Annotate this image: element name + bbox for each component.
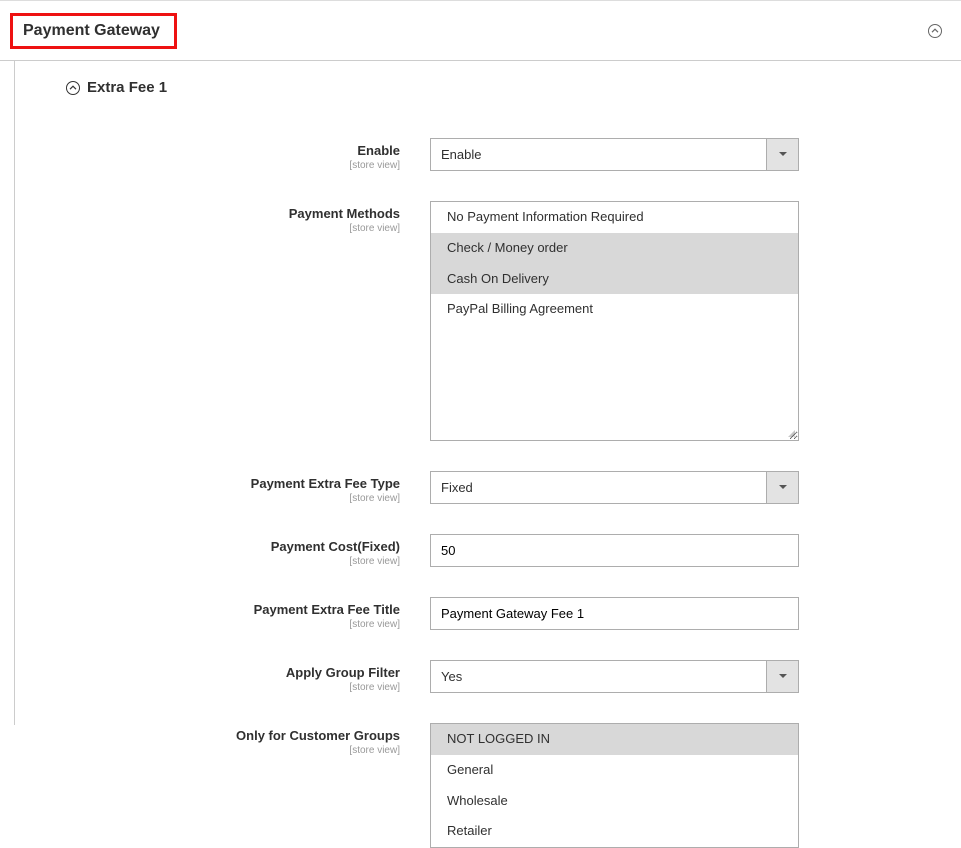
- field-label: Payment Extra Fee Type: [65, 476, 400, 492]
- field-scope: [store view]: [65, 619, 400, 630]
- field-apply-group: Apply Group Filter [store view] Yes: [65, 660, 961, 693]
- multiselect-option[interactable]: Cash On Delivery: [431, 264, 798, 295]
- fee-type-select[interactable]: Fixed: [430, 471, 799, 504]
- field-label: Enable: [65, 143, 400, 159]
- select-value: Yes: [430, 660, 799, 693]
- section-title: Payment Gateway: [23, 22, 160, 39]
- field-payment-methods: Payment Methods [store view] No Payment …: [65, 201, 961, 441]
- field-scope: [store view]: [65, 745, 400, 756]
- multiselect-option[interactable]: Retailer: [431, 816, 798, 847]
- field-scope: [store view]: [65, 556, 400, 567]
- chevron-up-icon[interactable]: [927, 23, 943, 39]
- chevron-up-icon: [65, 80, 81, 96]
- subsection-header[interactable]: Extra Fee 1: [65, 79, 961, 108]
- multiselect-option[interactable]: No Payment Information Required: [431, 202, 798, 233]
- customer-groups-multiselect[interactable]: NOT LOGGED INGeneralWholesaleRetailer: [430, 723, 799, 848]
- field-label: Payment Methods: [65, 206, 400, 222]
- cost-fixed-input[interactable]: [430, 534, 799, 567]
- multiselect-option[interactable]: Wholesale: [431, 786, 798, 817]
- field-customer-groups: Only for Customer Groups [store view] NO…: [65, 723, 961, 848]
- section-title-highlight: Payment Gateway: [10, 13, 177, 49]
- field-fee-title: Payment Extra Fee Title [store view]: [65, 597, 961, 630]
- field-label: Payment Cost(Fixed): [65, 539, 400, 555]
- field-cost-fixed: Payment Cost(Fixed) [store view]: [65, 534, 961, 567]
- multiselect-option[interactable]: Check / Money order: [431, 233, 798, 264]
- select-value: Fixed: [430, 471, 799, 504]
- enable-select[interactable]: Enable: [430, 138, 799, 171]
- field-scope: [store view]: [65, 493, 400, 504]
- field-enable: Enable [store view] Enable: [65, 138, 961, 171]
- field-label: Apply Group Filter: [65, 665, 400, 681]
- multiselect-option[interactable]: PayPal Billing Agreement: [431, 294, 798, 325]
- select-value: Enable: [430, 138, 799, 171]
- multiselect-option[interactable]: NOT LOGGED IN: [431, 724, 798, 755]
- field-fee-type: Payment Extra Fee Type [store view] Fixe…: [65, 471, 961, 504]
- field-label: Only for Customer Groups: [65, 728, 400, 744]
- field-label: Payment Extra Fee Title: [65, 602, 400, 618]
- subsection-title: Extra Fee 1: [87, 79, 167, 96]
- field-scope: [store view]: [65, 160, 400, 171]
- field-scope: [store view]: [65, 223, 400, 234]
- resize-handle-icon[interactable]: [785, 427, 797, 439]
- fee-title-input[interactable]: [430, 597, 799, 630]
- section-header[interactable]: Payment Gateway: [0, 2, 961, 61]
- payment-methods-multiselect[interactable]: No Payment Information RequiredCheck / M…: [430, 201, 799, 441]
- field-scope: [store view]: [65, 682, 400, 693]
- multiselect-option[interactable]: General: [431, 755, 798, 786]
- apply-group-select[interactable]: Yes: [430, 660, 799, 693]
